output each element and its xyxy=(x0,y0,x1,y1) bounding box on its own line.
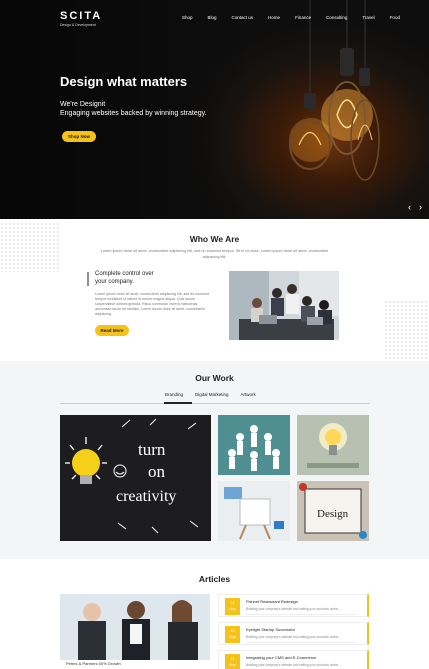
design-board-image: Design xyxy=(299,483,367,539)
active-tab-indicator xyxy=(164,402,192,404)
who-heading: Complete control over your company. xyxy=(95,271,215,286)
article-card[interactable]: 14 May Integrating your CMS and E-Commer… xyxy=(218,650,369,669)
portfolio-tile-paper-people[interactable] xyxy=(218,415,290,475)
edison-bulbs-image xyxy=(289,0,380,181)
date-month: May xyxy=(229,635,236,639)
nav-finance[interactable]: Finance xyxy=(295,15,311,20)
hero-title: Design what matters xyxy=(60,74,188,89)
dot-pattern-decoration xyxy=(0,222,60,272)
nav-travel[interactable]: Travel xyxy=(362,15,374,20)
business-team-image[interactable] xyxy=(60,594,210,660)
nav-food[interactable]: Food xyxy=(390,15,400,20)
dot-pattern-decoration xyxy=(384,300,429,360)
card-divider xyxy=(246,642,356,643)
paper-chain-image xyxy=(228,425,280,471)
tab-digital-marketing[interactable]: Digital Marketing xyxy=(195,392,229,397)
team-meeting-image xyxy=(229,271,339,340)
tabs-divider xyxy=(60,403,370,404)
article-title[interactable]: Eyelight Startup Successful xyxy=(246,627,295,632)
tab-artwork[interactable]: Artwork xyxy=(241,392,256,397)
board-text-design: Design xyxy=(317,508,349,520)
chalkboard-bulb-image: turn on creativity xyxy=(65,418,199,534)
portfolio-tile-easel[interactable] xyxy=(218,481,290,541)
our-work-title: Our Work xyxy=(195,373,234,383)
portfolio-tile-creativity[interactable]: turn on creativity xyxy=(60,415,211,541)
heading-accent-line xyxy=(87,272,89,286)
hero-line-2: Engaging websites backed by winning stra… xyxy=(60,110,207,117)
easel-image xyxy=(224,487,284,540)
portfolio-tile-lightbulb[interactable] xyxy=(297,415,369,475)
feature-article-caption[interactable]: Peters & Partners 50% Growth xyxy=(66,661,121,666)
articles-title: Articles xyxy=(198,574,231,584)
portfolio-tile-design-board[interactable]: Design xyxy=(297,481,369,541)
hero-section: SCITA Design & Development Shop Blog Con… xyxy=(0,0,429,219)
read-more-button[interactable]: Read More xyxy=(95,325,129,336)
article-excerpt: Building your company's website and sett… xyxy=(246,663,342,667)
nav-home[interactable]: Home xyxy=(268,15,280,20)
lightbulb-image xyxy=(307,423,359,468)
shop-now-button[interactable]: Shop Now xyxy=(62,131,96,142)
card-divider xyxy=(246,614,356,615)
article-excerpt: Building your company's website and sett… xyxy=(246,635,342,639)
date-month: May xyxy=(229,663,236,667)
nav-consulting[interactable]: Consulting xyxy=(326,15,347,20)
slider-next-icon[interactable]: › xyxy=(419,202,422,212)
who-body-text: Lorem ipsum dolor sit amet, consectetur … xyxy=(95,292,209,316)
who-heading-line-2: your company. xyxy=(95,278,134,285)
tab-branding[interactable]: Branding xyxy=(165,392,183,397)
brand-name: SCITA xyxy=(60,10,103,22)
date-badge: 13 May xyxy=(225,626,240,643)
article-title[interactable]: Fishnet Restaurant Redesign xyxy=(246,599,298,604)
brand-tagline: Design & Development xyxy=(60,23,96,27)
nav-blog[interactable]: Blog xyxy=(208,15,217,20)
work-tabs: Branding Digital Marketing Artwork xyxy=(165,392,268,397)
date-month: May xyxy=(229,607,236,611)
article-title[interactable]: Integrating your CMS and E-Commerce xyxy=(246,655,316,660)
chalk-text-on: on xyxy=(148,462,166,481)
who-we-are-title: Who We Are xyxy=(189,234,240,244)
main-nav: Shop Blog Contact us Home Finance Consul… xyxy=(182,15,415,20)
nav-shop[interactable]: Shop xyxy=(182,15,193,20)
nav-contact-us[interactable]: Contact us xyxy=(232,15,254,20)
hero-line-1: We're Designit xyxy=(60,101,106,108)
chalk-text-creativity: creativity xyxy=(116,488,176,505)
who-heading-line-1: Complete control over xyxy=(95,271,154,277)
slider-prev-icon[interactable]: ‹ xyxy=(408,202,411,212)
brand-logo[interactable]: SCITA Design & Development xyxy=(60,10,102,27)
chalk-text-turn: turn xyxy=(138,440,166,459)
article-excerpt: Building your company's website and sett… xyxy=(246,607,342,611)
who-intro-text: Lorem ipsum dolor sit amet, consectetur … xyxy=(100,249,329,259)
article-card[interactable]: 12 May Fishnet Restaurant Redesign Build… xyxy=(218,594,369,617)
date-badge: 12 May xyxy=(225,598,240,615)
article-card[interactable]: 13 May Eyelight Startup Successful Build… xyxy=(218,622,369,645)
date-badge: 14 May xyxy=(225,654,240,669)
